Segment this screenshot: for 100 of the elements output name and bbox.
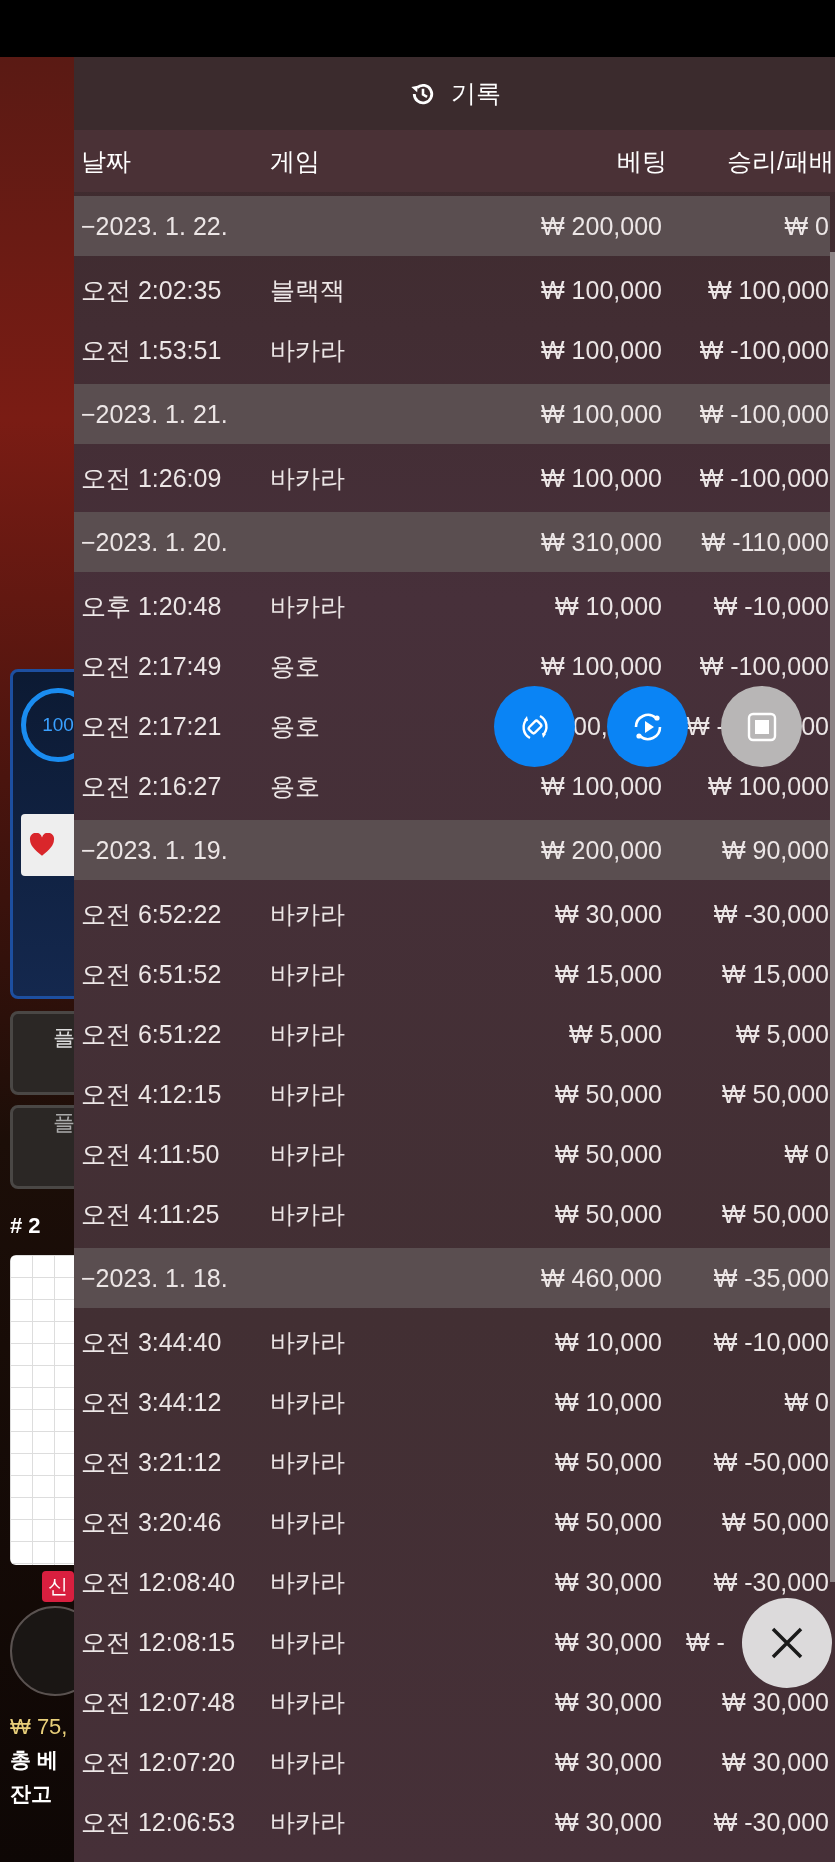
- time-cell-text: 오전 12:06:53: [81, 1806, 237, 1838]
- result-cell-text: ₩ -30,000: [712, 1807, 829, 1837]
- game-button[interactable]: 플: [10, 1011, 74, 1095]
- bet-cell-text: ₩ 100,000: [540, 651, 662, 681]
- group-result-total: ₩ -35,000: [712, 1263, 829, 1293]
- result-cell-text: ₩ 0: [783, 1387, 829, 1417]
- result-cell-text: ₩ -30,000: [712, 899, 829, 929]
- bet-cell-text: ₩ 30,000: [554, 1627, 662, 1657]
- date-group-row[interactable]: −2023. 1. 18. ₩ 460,000 ₩ -35,000: [74, 1248, 830, 1308]
- chip-icon[interactable]: [10, 1606, 74, 1696]
- game-cell-text: 바카라: [270, 1386, 346, 1418]
- result-cell-text: ₩ 30,000: [721, 1747, 829, 1777]
- bet-cell-text: ₩ 10,000: [554, 1387, 662, 1417]
- group-bet-total: ₩ 310,000: [540, 527, 662, 557]
- result-cell-text: ₩ -10,000: [712, 591, 829, 621]
- time-cell-text: 오전 2:02:35: [81, 274, 223, 306]
- heart-icon: [29, 833, 55, 857]
- game-cell-text: 바카라: [270, 1078, 346, 1110]
- bet-cell-text: ₩ 50,000: [554, 1507, 662, 1537]
- date-group-row[interactable]: −2023. 1. 19. ₩ 200,000 ₩ 90,000: [74, 820, 830, 880]
- time-cell-text: 오전 6:51:22: [81, 1018, 223, 1050]
- date-group-row[interactable]: −2023. 1. 21. ₩ 100,000 ₩ -100,000: [74, 384, 830, 444]
- bet-cell-text: ₩ 100,000: [540, 771, 662, 801]
- column-header: 승리/패배: [726, 145, 834, 177]
- game-cell-text: 바카라: [270, 898, 346, 930]
- result-cell-text: ₩ -30,000: [712, 1567, 829, 1597]
- game-cell-text: 바카라: [270, 1566, 346, 1598]
- game-cell-text: 바카라: [270, 1198, 346, 1230]
- time-cell-text: 오전 12:08:40: [81, 1566, 237, 1598]
- time-cell-text: 오전 1:53:51: [81, 334, 223, 366]
- game-cell-text: 용호: [270, 710, 321, 742]
- bet-cell-text: ₩ 10,000: [554, 1327, 662, 1357]
- time-cell-text: 오전 3:20:46: [81, 1506, 223, 1538]
- scrollbar[interactable]: [830, 252, 835, 1582]
- game-cell-text: 바카라: [270, 1326, 346, 1358]
- date-group-row[interactable]: −2023. 1. 20. ₩ 310,000 ₩ -110,000: [74, 512, 830, 572]
- result-cell: ₩ -: [686, 1627, 725, 1657]
- result-cell-text: ₩ 100,000: [707, 771, 829, 801]
- result-cell-text: ₩ -50,000: [712, 1447, 829, 1477]
- bet-cell-text: ₩ 100,000: [540, 275, 662, 305]
- game-cell-text: 바카라: [270, 462, 346, 494]
- game-cell-text: 바카라: [270, 1746, 346, 1778]
- time-cell-text: 오전 12:07:48: [81, 1686, 237, 1718]
- time-cell-text: 오전 3:44:12: [81, 1386, 223, 1418]
- bet-cell-text: ₩ 30,000: [554, 1747, 662, 1777]
- group-bet-total: ₩ 200,000: [540, 835, 662, 865]
- time-cell-text: 오후 1:20:48: [81, 590, 223, 622]
- group-date: −2023. 1. 18.: [81, 1263, 229, 1293]
- group-date: −2023. 1. 21.: [81, 399, 229, 429]
- bet-cell-text: ₩ 15,000: [554, 959, 662, 989]
- result-cell-text: ₩ -10,000: [712, 1327, 829, 1357]
- game-cell-text: 바카라: [270, 1506, 346, 1538]
- group-result-total: ₩ -100,000: [698, 399, 829, 429]
- bet-cell-text: ₩ 50,000: [554, 1139, 662, 1169]
- total-bet-label: 총 베: [10, 1747, 58, 1773]
- time-cell-text: 오전 4:12:15: [81, 1078, 223, 1110]
- bet-cell-text: ₩ 100,000: [540, 335, 662, 365]
- bet-cell-text: ₩ 30,000: [554, 1687, 662, 1717]
- bet-cell-text: ₩ 50,000: [554, 1079, 662, 1109]
- result-cell-text: ₩ 50,000: [721, 1079, 829, 1109]
- bet-cell-text: ₩ 10,000: [554, 591, 662, 621]
- group-result-total: ₩ 90,000: [721, 835, 829, 865]
- time-cell-text: 오전 2:17:21: [81, 710, 223, 742]
- time-cell-text: 오전 4:11:50: [81, 1138, 221, 1170]
- result-cell-text: ₩ 100,000: [707, 275, 829, 305]
- time-cell-text: 오전 6:51:52: [81, 958, 223, 990]
- balance-amount: ₩ 75,: [10, 1714, 68, 1740]
- group-result-total: ₩ 0: [783, 211, 829, 241]
- date-group-row[interactable]: −2023. 1. 22. ₩ 200,000 ₩ 0: [74, 196, 830, 256]
- balance-label: 잔고: [10, 1781, 52, 1807]
- bet-cell-text: ₩ 30,000: [554, 1807, 662, 1837]
- bet-cell-text: ₩ 50,000: [554, 1447, 662, 1477]
- time-cell-text: 오전 2:17:49: [81, 650, 223, 682]
- game-cell-text: 바카라: [270, 1018, 346, 1050]
- group-date: −2023. 1. 20.: [81, 527, 229, 557]
- group-result-total: ₩ -110,000: [700, 527, 829, 557]
- result-cell-text: ₩ 15,000: [721, 959, 829, 989]
- game-cell-text: 바카라: [270, 1686, 346, 1718]
- time-cell-text: 오전 6:52:22: [81, 898, 223, 930]
- result-cell-text: ₩ 5,000: [734, 1019, 829, 1049]
- time-cell-text: 오전 4:11:25: [81, 1198, 221, 1230]
- result-cell-text: ₩ -100,000: [698, 335, 829, 365]
- game-cell-text: 바카라: [270, 1446, 346, 1478]
- bet-cell-text: ₩ 30,000: [554, 1567, 662, 1597]
- game-button[interactable]: 플: [10, 1105, 74, 1189]
- game-cell-text: 블랙잭: [270, 274, 346, 306]
- time-cell-text: 오전 2:16:27: [81, 770, 223, 802]
- time-cell-text: 오전 3:44:40: [81, 1326, 223, 1358]
- result-cell-text: ₩ 50,000: [721, 1199, 829, 1229]
- group-bet-total: ₩ 460,000: [540, 1263, 662, 1293]
- time-cell-text: 오전 12:07:20: [81, 1746, 237, 1778]
- group-date: −2023. 1. 19.: [81, 835, 229, 865]
- game-cell-text: 바카라: [270, 334, 346, 366]
- new-badge: 신: [42, 1571, 74, 1602]
- group-bet-total: ₩ 200,000: [540, 211, 662, 241]
- bet-cell-text: ₩ 100,000: [540, 463, 662, 493]
- group-date: −2023. 1. 22.: [81, 211, 229, 241]
- result-cell-text: ₩ -100,000: [698, 651, 829, 681]
- bet-cell-text: ₩ 30,000: [554, 899, 662, 929]
- group-bet-total: ₩ 100,000: [540, 399, 662, 429]
